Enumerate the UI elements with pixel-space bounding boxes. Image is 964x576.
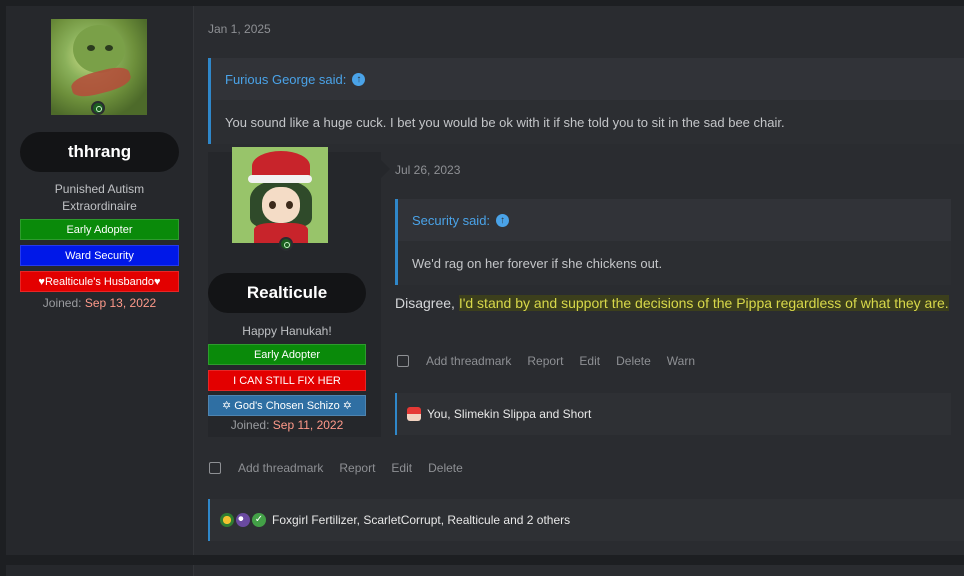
post-date[interactable]: Jan 1, 2025	[208, 22, 271, 36]
quote-text: You sound like a huge cuck. I bet you wo…	[211, 100, 964, 144]
banner-husbando: ♥Realticule's Husbando♥	[20, 271, 179, 292]
joined-info: Joined: Sep 13, 2022	[20, 296, 179, 310]
post-actions: Add threadmark Report Edit Delete Warn	[397, 354, 711, 368]
joined-date: Sep 11, 2022	[272, 418, 344, 432]
avatar-eye-shape	[87, 45, 95, 51]
reactions-bar[interactable]: You, Slimekin Slippa and Short	[395, 393, 951, 435]
banner-ward-security: Ward Security	[20, 245, 179, 266]
quote-author[interactable]: Security said:	[412, 213, 490, 228]
quote-block: Furious George said: ↑ You sound like a …	[208, 58, 964, 144]
message-body: Disagree, I'd stand by and support the d…	[395, 295, 949, 311]
message-highlight: I'd stand by and support the decisions o…	[458, 295, 949, 311]
user-sidebar-thhrang: thhrang Punished Autism Extraordinaire E…	[6, 6, 194, 555]
avatar-eye-shape	[269, 201, 276, 209]
santa-reaction-icon	[407, 407, 421, 421]
post-thhrang: thhrang Punished Autism Extraordinaire E…	[6, 6, 964, 555]
avatar-eye-shape	[286, 201, 293, 209]
quote-header[interactable]: Security said: ↑	[398, 199, 951, 241]
online-status-icon	[279, 237, 293, 251]
joined-date: Sep 13, 2022	[84, 296, 157, 310]
avatar-realticule[interactable]	[232, 147, 328, 243]
username-thhrang[interactable]: thhrang	[20, 132, 179, 172]
username-realticule[interactable]: Realticule	[208, 273, 366, 313]
delete-link[interactable]: Delete	[616, 354, 651, 368]
add-threadmark-link[interactable]: Add threadmark	[238, 461, 323, 475]
user-title-line: Punished Autism	[54, 182, 145, 196]
quote-text: We'd rag on her forever if she chickens …	[398, 241, 951, 285]
reactions-summary[interactable]: You, Slimekin Slippa and Short	[427, 407, 591, 421]
quote-jump-icon[interactable]: ↑	[352, 72, 366, 86]
quote-author[interactable]: Furious George said:	[225, 72, 346, 87]
delete-link[interactable]: Delete	[428, 461, 463, 475]
edit-link[interactable]: Edit	[391, 461, 412, 475]
user-sidebar-next	[6, 565, 194, 576]
quote-header[interactable]: Furious George said: ↑	[211, 58, 964, 100]
avatar-head-shape	[73, 25, 125, 73]
joined-label: Joined:	[230, 418, 270, 432]
report-link[interactable]: Report	[527, 354, 563, 368]
joined-info: Joined: Sep 11, 2022	[208, 418, 366, 432]
joined-label: Joined:	[42, 296, 82, 310]
report-link[interactable]: Report	[339, 461, 375, 475]
warn-link[interactable]: Warn	[667, 354, 695, 368]
banner-chosen-schizo: ✡ God's Chosen Schizo ✡	[208, 395, 366, 416]
select-checkbox[interactable]	[209, 462, 221, 474]
user-title: Punished Autism Extraordinaire	[20, 181, 179, 215]
post-actions: Add threadmark Report Edit Delete	[209, 461, 479, 475]
reactions-bar[interactable]: ✓ Foxgirl Fertilizer, ScarletCorrupt, Re…	[208, 499, 964, 541]
user-title: Happy Hanukah!	[242, 324, 332, 338]
banner-early-adopter: Early Adopter	[208, 344, 366, 365]
add-threadmark-link[interactable]: Add threadmark	[426, 354, 511, 368]
avatar-face-shape	[262, 187, 300, 223]
next-post	[6, 565, 964, 576]
post-date[interactable]: Jul 26, 2023	[395, 163, 460, 177]
banner-fix-her: I CAN STILL FIX HER	[208, 370, 366, 391]
avatar-hat-rim-shape	[248, 175, 312, 183]
edit-link[interactable]: Edit	[579, 354, 600, 368]
post-arrow	[381, 160, 390, 178]
owl-reaction-icon	[236, 513, 250, 527]
reactions-summary[interactable]: Foxgirl Fertilizer, ScarletCorrupt, Real…	[272, 513, 570, 527]
medal-reaction-icon	[220, 513, 234, 527]
online-status-icon	[91, 101, 105, 115]
quote-block: Security said: ↑ We'd rag on her forever…	[395, 199, 951, 285]
banner-early-adopter: Early Adopter	[20, 219, 179, 240]
user-title-line: Extraordinaire	[62, 199, 137, 213]
select-checkbox[interactable]	[397, 355, 409, 367]
message-plain: Disagree,	[395, 295, 459, 311]
check-reaction-icon: ✓	[252, 513, 266, 527]
quote-jump-icon[interactable]: ↑	[496, 213, 510, 227]
avatar-eye-shape	[105, 45, 113, 51]
